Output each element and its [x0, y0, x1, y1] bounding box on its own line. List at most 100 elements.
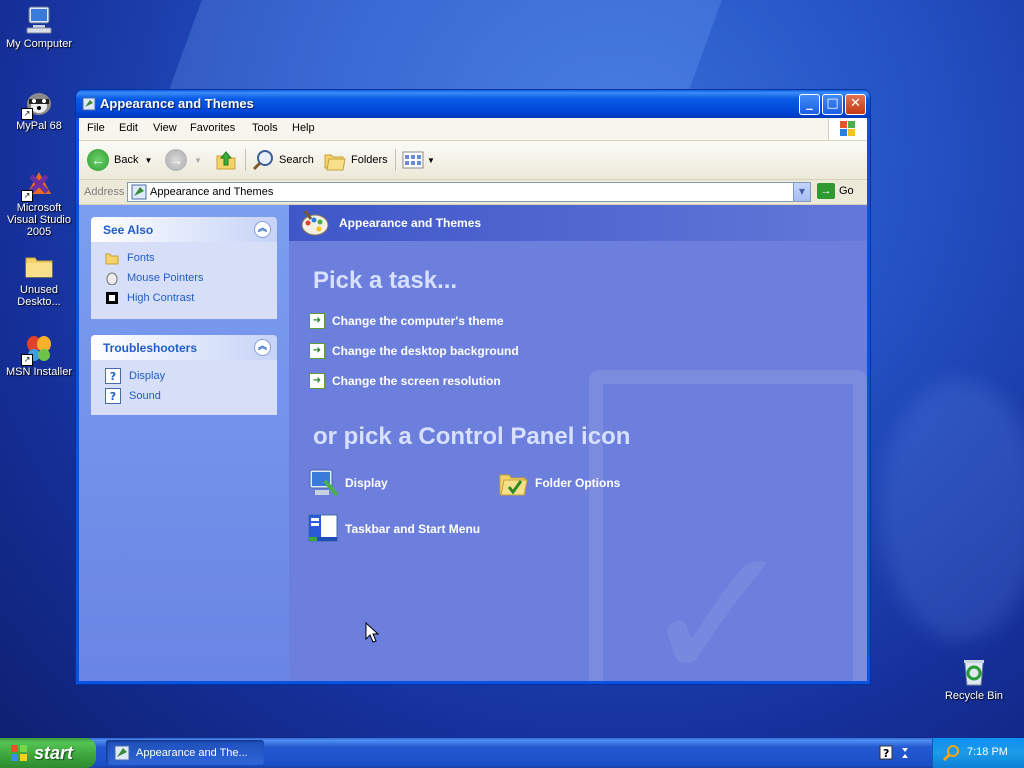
address-dropdown-button[interactable]: ▼: [793, 183, 810, 201]
task-change-theme[interactable]: ➜ Change the computer's theme: [309, 313, 504, 329]
control-panel-icon: [114, 745, 130, 761]
desktop-icon-label: Microsoft Visual Studio 2005: [6, 202, 71, 238]
search-icon[interactable]: [942, 744, 961, 765]
chevron-down-icon[interactable]: ▼: [144, 156, 152, 165]
notification-icons: ?: [878, 744, 928, 762]
see-also-label: Fonts: [127, 252, 155, 264]
collapse-icon[interactable]: ︽: [254, 221, 271, 238]
search-icon: [252, 150, 273, 171]
shortcut-arrow-icon: ↗: [21, 354, 33, 366]
recycle-bin-icon: [958, 656, 990, 688]
computer-icon: [23, 4, 55, 36]
go-label: Go: [839, 185, 854, 197]
start-button[interactable]: start: [0, 738, 96, 768]
cp-icon-label: Display: [345, 476, 388, 490]
troubleshooter-label: Sound: [129, 390, 161, 402]
close-button[interactable]: ✕: [845, 94, 866, 115]
back-arrow-icon: ←: [87, 149, 109, 171]
raccoon-icon: ↗: [21, 86, 55, 120]
task-change-resolution[interactable]: ➜ Change the screen resolution: [309, 373, 501, 389]
folder-options-icon: [497, 467, 529, 499]
appearance-themes-icon: [301, 210, 329, 236]
mouse-cursor-icon: [365, 621, 380, 647]
troubleshooters-panel: Troubleshooters ︽ ? Display ? Sound: [91, 335, 277, 415]
desktop-icon-label: MyPal 68: [16, 120, 62, 132]
category-header: Appearance and Themes: [289, 205, 867, 241]
troubleshooter-item-display[interactable]: ? Display: [91, 366, 277, 386]
desktop-icon-msn-installer[interactable]: ↗ MSN Installer: [1, 332, 77, 378]
desktop-icon-unused-desktop[interactable]: Unused Deskto...: [1, 250, 77, 308]
desktop-icon-visual-studio[interactable]: ↗ Microsoft Visual Studio 2005: [1, 168, 77, 238]
desktop-icon-recycle-bin[interactable]: Recycle Bin: [936, 656, 1012, 702]
views-button[interactable]: ▼: [401, 147, 435, 173]
minimize-button[interactable]: _: [799, 94, 820, 115]
forward-arrow-icon: →: [165, 149, 187, 171]
forward-button[interactable]: → ▼: [165, 147, 202, 173]
maximize-button[interactable]: □: [822, 94, 843, 115]
pick-task-heading: Pick a task...: [313, 267, 458, 294]
menu-file[interactable]: File: [87, 122, 105, 134]
task-arrow-icon: ➜: [309, 343, 325, 359]
cp-icon-taskbar-start-menu[interactable]: Taskbar and Start Menu: [307, 513, 480, 545]
taskbar-start-menu-icon: [307, 513, 339, 545]
cp-icon-display[interactable]: Display: [307, 467, 388, 499]
desktop-icon-label: MSN Installer: [5, 366, 73, 378]
taskbar: start Appearance and The... ? 7:18 PM: [0, 738, 1024, 768]
see-also-item-mouse-pointers[interactable]: Mouse Pointers: [91, 268, 277, 288]
shortcut-arrow-icon: ↗: [21, 190, 33, 202]
troubleshooters-title: Troubleshooters: [103, 341, 198, 355]
troubleshooter-item-sound[interactable]: ? Sound: [91, 386, 277, 406]
go-button[interactable]: → Go: [817, 183, 854, 199]
troubleshooters-header[interactable]: Troubleshooters ︽: [91, 335, 277, 360]
chevron-down-icon[interactable]: ▼: [427, 156, 435, 165]
go-arrow-icon: →: [817, 183, 835, 199]
up-folder-button[interactable]: [214, 147, 238, 173]
taskbar-item-label: Appearance and The...: [136, 746, 248, 759]
menu-tools[interactable]: Tools: [252, 122, 278, 134]
toolbar-separator: [395, 149, 396, 171]
desktop-icon-label: My Computer: [5, 38, 73, 50]
svg-text:?: ?: [883, 747, 889, 760]
address-input[interactable]: Appearance and Themes ▼: [127, 182, 811, 202]
menu-view[interactable]: View: [153, 122, 177, 134]
pick-icon-heading: or pick a Control Panel icon: [313, 423, 631, 450]
mouse-icon: [105, 271, 119, 285]
title-bar[interactable]: Appearance and Themes _ □ ✕: [76, 90, 870, 118]
clock[interactable]: 7:18 PM: [967, 746, 1008, 758]
back-button[interactable]: ← Back ▼: [87, 147, 152, 173]
desktop-icon-mypal[interactable]: ↗ MyPal 68: [1, 86, 77, 132]
task-label: Change the screen resolution: [332, 374, 501, 388]
search-button[interactable]: Search: [251, 147, 314, 173]
folder-icon: [23, 250, 55, 282]
collapse-icon[interactable]: ︽: [254, 339, 271, 356]
taskbar-item-appearance-themes[interactable]: Appearance and The...: [106, 740, 264, 765]
see-also-header[interactable]: See Also ︽: [91, 217, 277, 242]
folders-button[interactable]: Folders: [323, 147, 388, 173]
desktop-icon-my-computer[interactable]: My Computer: [1, 4, 77, 50]
menu-bar: File Edit View Favorites Tools Help: [79, 118, 867, 141]
see-also-panel: See Also ︽ Fonts Mouse Pointers High Con…: [91, 217, 277, 319]
folders-icon: [324, 154, 346, 171]
task-change-background[interactable]: ➜ Change the desktop background: [309, 343, 519, 359]
category-title: Appearance and Themes: [339, 216, 482, 230]
see-also-item-fonts[interactable]: Fonts: [91, 248, 277, 268]
help-question-icon: ?: [105, 388, 121, 404]
menu-edit[interactable]: Edit: [119, 122, 138, 134]
help-question-icon: ?: [105, 368, 121, 384]
menu-help[interactable]: Help: [292, 122, 315, 134]
cp-icon-folder-options[interactable]: Folder Options: [497, 467, 620, 499]
see-also-label: High Contrast: [127, 292, 195, 304]
menu-favorites[interactable]: Favorites: [190, 122, 235, 134]
folders-label: Folders: [351, 154, 388, 166]
see-also-item-high-contrast[interactable]: High Contrast: [91, 288, 277, 308]
address-bar: Address Appearance and Themes ▼ → Go: [79, 180, 867, 205]
troubleshooter-label: Display: [129, 370, 166, 382]
desktop-icon-label: Unused Deskto...: [17, 284, 61, 308]
fonts-folder-icon: [105, 251, 119, 265]
see-also-title: See Also: [103, 223, 154, 237]
chevron-down-icon[interactable]: ▼: [194, 156, 202, 165]
back-label: Back: [114, 154, 139, 166]
task-arrow-icon: ➜: [309, 313, 325, 329]
high-contrast-icon: [105, 291, 119, 305]
msn-butterfly-icon: ↗: [21, 332, 55, 366]
